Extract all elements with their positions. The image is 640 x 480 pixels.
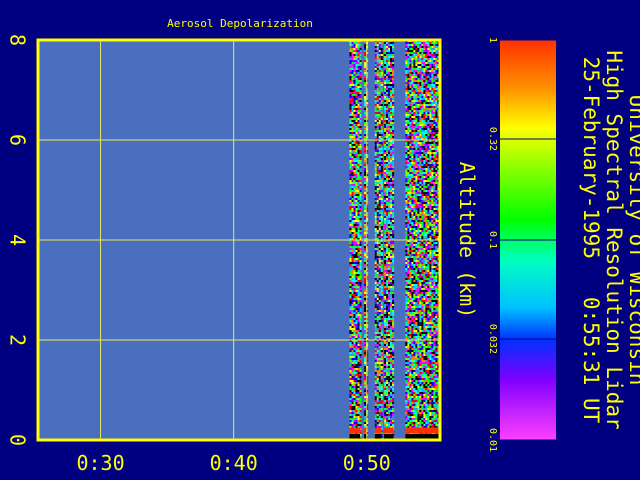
colorbar-tick-label: 0.01 (487, 428, 498, 452)
y-axis-ticks: 0 2 4 6 8 (6, 34, 30, 446)
side-title-line1: University of Wisconsin (625, 95, 640, 386)
x-tick-label: 0:50 (343, 451, 391, 475)
x-tick-label: 0:40 (210, 451, 258, 475)
chart-title: Aerosol Depolarization (167, 17, 313, 30)
y-tick-label: 6 (6, 134, 30, 146)
y-tick-label: 4 (6, 234, 30, 246)
y-tick-label: 0 (6, 434, 30, 446)
lidar-chart: Aerosol Depolarization 0 2 4 6 8 0:30 0:40 0:5… (6, 17, 640, 475)
y-axis-label: Altitude (km) (455, 162, 479, 319)
side-title-line2: High Spectral Resolution Lidar (602, 50, 626, 429)
y-tick-label: 8 (6, 34, 30, 46)
colorbar-tick-label: 0.32 (487, 127, 498, 151)
side-title-line3: 25-February-1995 0:55:31 UT (579, 57, 603, 424)
y-tick-label: 2 (6, 334, 30, 346)
colorbar-tick-label: 0.032 (487, 324, 498, 354)
colorbar-tick-label: 1 (487, 37, 498, 43)
x-tick-label: 0:30 (76, 451, 124, 475)
colorbar-tick-label: 0.1 (487, 231, 498, 249)
x-axis-ticks: 0:30 0:40 0:50 (76, 451, 390, 475)
